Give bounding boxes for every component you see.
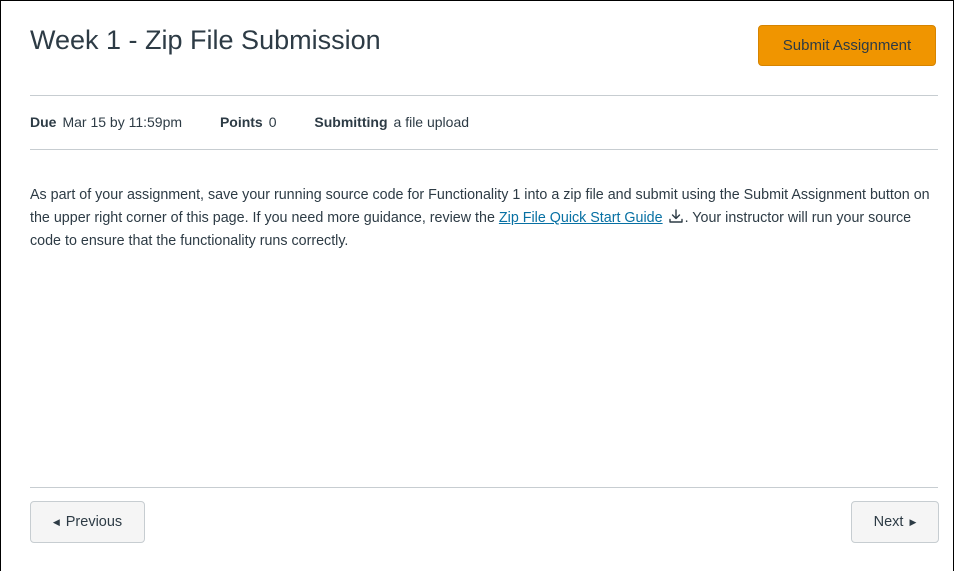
due-label: Due [30, 114, 57, 130]
assignment-details: Due Mar 15 by 11:59pm Points 0 Submitting a… [30, 114, 469, 130]
next-label: Next [873, 514, 904, 530]
due-value: Mar 15 by 11:59pm [62, 114, 183, 130]
submitting-value: a file upload [393, 114, 470, 130]
caret-left-icon: ◀ [52, 516, 60, 527]
due-detail: Due Mar 15 by 11:59pm [30, 114, 182, 130]
next-button[interactable]: Next ▶ [851, 501, 939, 543]
caret-right-icon: ▶ [909, 516, 917, 527]
quick-start-guide-link[interactable]: Zip File Quick Start Guide [499, 210, 663, 226]
page-title: Week 1 - Zip File Submission [30, 25, 381, 55]
divider [30, 95, 938, 96]
assignment-description: As part of your assignment, save your ru… [30, 184, 942, 253]
divider [30, 149, 938, 150]
points-value: 0 [268, 114, 277, 130]
points-detail: Points 0 [220, 114, 277, 130]
submit-assignment-button[interactable]: Submit Assignment [758, 25, 936, 66]
previous-label: Previous [65, 514, 123, 530]
submitting-detail: Submitting a file upload [314, 114, 469, 130]
download-icon[interactable] [667, 207, 685, 225]
previous-button[interactable]: ◀ Previous [30, 501, 145, 543]
divider [30, 487, 938, 488]
assignment-page: Week 1 - Zip File Submission Submit Assi… [0, 0, 954, 571]
points-label: Points [219, 114, 263, 130]
submitting-label: Submitting [314, 114, 388, 130]
